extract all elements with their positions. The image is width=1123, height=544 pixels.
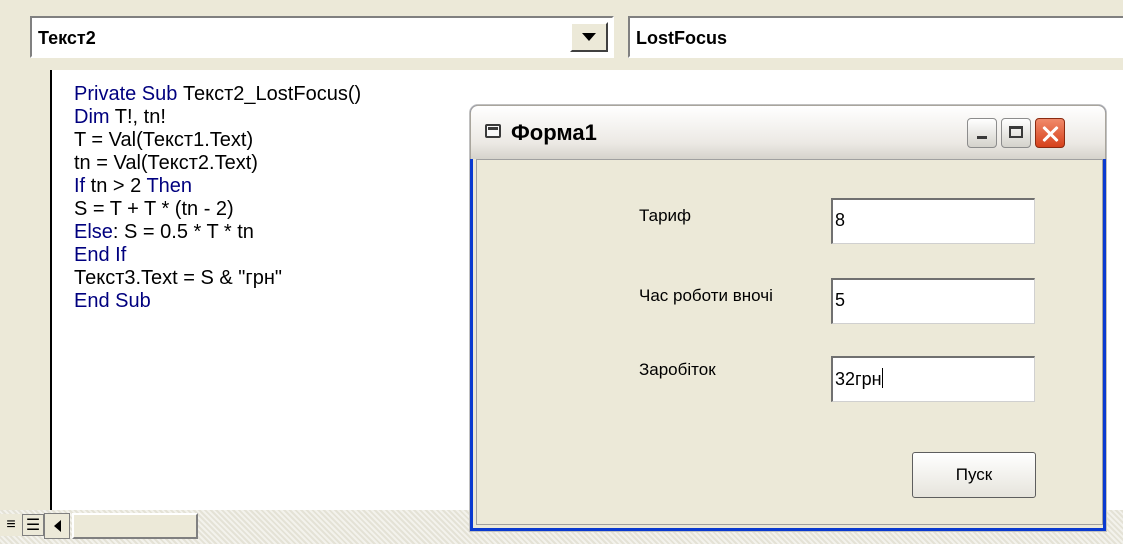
earnings-label: Заробіток [639,360,716,379]
night-hours-input[interactable]: 5 [831,278,1035,324]
code-keyword: End Sub [74,290,151,312]
code-token: S = T + T * (tn - 2) [74,198,234,220]
code-keyword: Else [74,221,113,243]
scroll-left-button[interactable] [44,513,70,539]
code-keyword: Then [146,175,193,197]
code-line[interactable]: Private Sub Текст2_LostFocus() [74,83,361,106]
code-line[interactable]: tn = Val(Текст2.Text) [74,152,361,175]
code-token: tn = Val(Текст2.Text) [74,152,258,174]
form-icon [485,124,501,138]
full-module-view-icon[interactable]: ☰ [22,514,44,536]
code-keyword: End If [74,244,127,266]
code-text[interactable]: Private Sub Текст2_LostFocus() Dim T!, tn… [74,83,361,313]
code-keyword: If [74,175,91,197]
night-hours-input-value: 5 [835,290,846,310]
procedure-view-icon[interactable]: ≡ [0,514,22,536]
code-line[interactable]: If tn > 2 Then [74,175,361,198]
close-button[interactable] [1035,118,1065,148]
code-token: : S = 0.5 * T * tn [112,221,254,243]
procedure-combo-value: LostFocus [636,28,728,48]
object-combo-dropdown-button[interactable] [570,22,608,52]
code-token: tn > 2 [90,175,147,197]
code-line[interactable]: Dim T!, tn! [74,106,361,129]
form-titlebar[interactable]: Форма1 [470,105,1106,159]
code-keyword: Private Sub [74,83,183,105]
object-combo[interactable]: Текст2 [30,16,614,58]
tariff-label: Тариф [639,206,692,225]
code-line[interactable]: Else: S = 0.5 * T * tn [74,221,361,244]
run-button[interactable]: Пуск [912,452,1036,498]
tariff-input-value: 8 [835,210,846,230]
code-keyword: Dim [74,106,115,128]
chevron-down-icon [582,33,596,41]
code-line[interactable]: Текст3.Text = S & "грн" [74,267,361,290]
code-line[interactable]: End Sub [74,290,361,313]
object-combo-value: Текст2 [38,28,96,48]
code-line[interactable]: S = T + T * (tn - 2) [74,198,361,221]
code-token: Текст3.Text = S & "грн" [74,267,282,289]
margin-indicator-bar[interactable] [0,70,52,510]
maximize-button[interactable] [1001,118,1031,148]
procedure-combo[interactable]: LostFocus [628,16,1123,58]
code-token: T = Val(Текст1.Text) [74,129,254,151]
arrow-left-icon [53,520,61,532]
minimize-button[interactable] [967,118,997,148]
tariff-input[interactable]: 8 [831,198,1035,244]
code-line[interactable]: End If [74,244,361,267]
form-window: Форма1 Тариф 8 Час роботи вночі 5 Заробі… [470,105,1106,531]
text-caret [881,368,883,388]
night-hours-label: Час роботи вночі [639,286,773,305]
earnings-input[interactable]: 32грн [831,356,1035,402]
code-token: T!, tn! [114,106,166,128]
horizontal-scroll-thumb[interactable] [72,513,198,539]
earnings-input-value: 32грн [835,369,882,389]
code-line[interactable]: T = Val(Текст1.Text) [74,129,361,152]
code-token: Текст2_LostFocus() [182,83,362,105]
form-client-area: Тариф 8 Час роботи вночі 5 Заробіток 32г… [476,159,1103,525]
form-title: Форма1 [511,120,597,145]
